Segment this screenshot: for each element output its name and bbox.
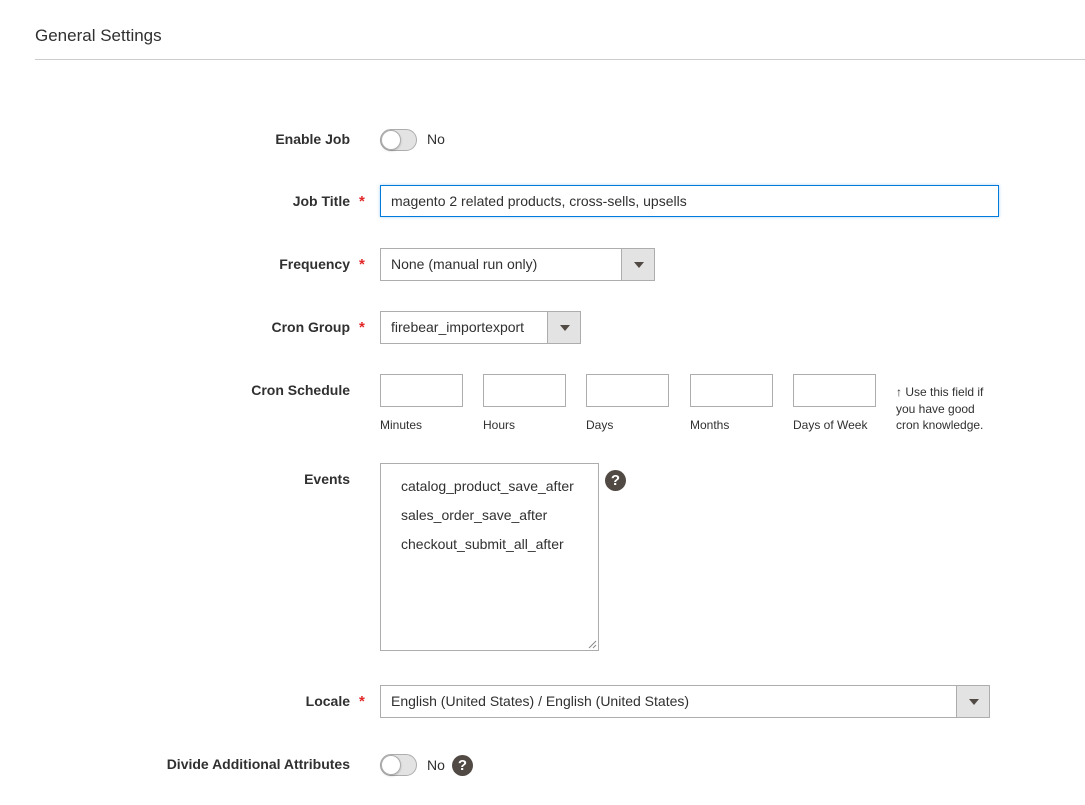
cron-hours-input[interactable] (483, 374, 566, 407)
cron-group-selected-value: firebear_importexport (391, 319, 525, 335)
events-label: Events (304, 471, 350, 487)
chevron-down-icon[interactable] (956, 686, 989, 717)
enable-job-value: No (427, 131, 445, 147)
divide-attributes-label: Divide Additional Attributes (166, 756, 350, 772)
cron-minutes-label: Minutes (380, 418, 423, 432)
frequency-selected-value: None (manual run only) (391, 256, 538, 272)
events-multiselect[interactable]: catalog_product_save_after sales_order_s… (380, 463, 599, 651)
cron-days-label: Days (586, 418, 614, 432)
locale-select[interactable]: English (United States) / English (Unite… (380, 685, 990, 718)
cron-days-input[interactable] (586, 374, 669, 407)
cron-months-input[interactable] (690, 374, 773, 407)
cron-minutes-input[interactable] (380, 374, 463, 407)
required-asterisk: * (359, 319, 365, 336)
job-title-label: Job Title (292, 193, 350, 209)
help-icon[interactable]: ? (452, 755, 473, 776)
cron-schedule-label: Cron Schedule (251, 382, 350, 398)
job-title-input[interactable] (380, 185, 999, 217)
events-option[interactable]: checkout_submit_all_after (381, 532, 598, 561)
locale-label: Locale (305, 693, 350, 709)
required-asterisk: * (359, 193, 365, 210)
cron-schedule-note: ↑ Use this field if you have good cron k… (896, 385, 984, 432)
toggle-knob (381, 130, 401, 150)
chevron-down-icon[interactable] (621, 249, 654, 280)
frequency-select[interactable]: None (manual run only) (380, 248, 655, 281)
cron-days-of-week-input[interactable] (793, 374, 876, 407)
locale-selected-value: English (United States) / English (Unite… (391, 693, 690, 709)
enable-job-label: Enable Job (275, 131, 350, 147)
cron-days-of-week-label: Days of Week (793, 418, 868, 432)
resize-handle-icon[interactable] (588, 640, 597, 649)
cron-hours-label: Hours (483, 418, 516, 432)
required-asterisk: * (359, 693, 365, 710)
divide-attributes-toggle[interactable] (380, 754, 417, 776)
section-divider (35, 59, 1085, 60)
frequency-label: Frequency (279, 256, 350, 272)
cron-months-label: Months (690, 418, 730, 432)
events-option[interactable]: sales_order_save_after (381, 503, 598, 532)
cron-group-label: Cron Group (271, 319, 350, 335)
section-title: General Settings (35, 26, 162, 45)
cron-group-select[interactable]: firebear_importexport (380, 311, 581, 344)
events-option[interactable]: catalog_product_save_after (381, 474, 598, 503)
help-icon[interactable]: ? (605, 470, 626, 491)
chevron-down-icon[interactable] (547, 312, 580, 343)
divide-attributes-value: No (427, 757, 445, 773)
toggle-knob (381, 755, 401, 775)
required-asterisk: * (359, 256, 365, 273)
enable-job-toggle[interactable] (380, 129, 417, 151)
